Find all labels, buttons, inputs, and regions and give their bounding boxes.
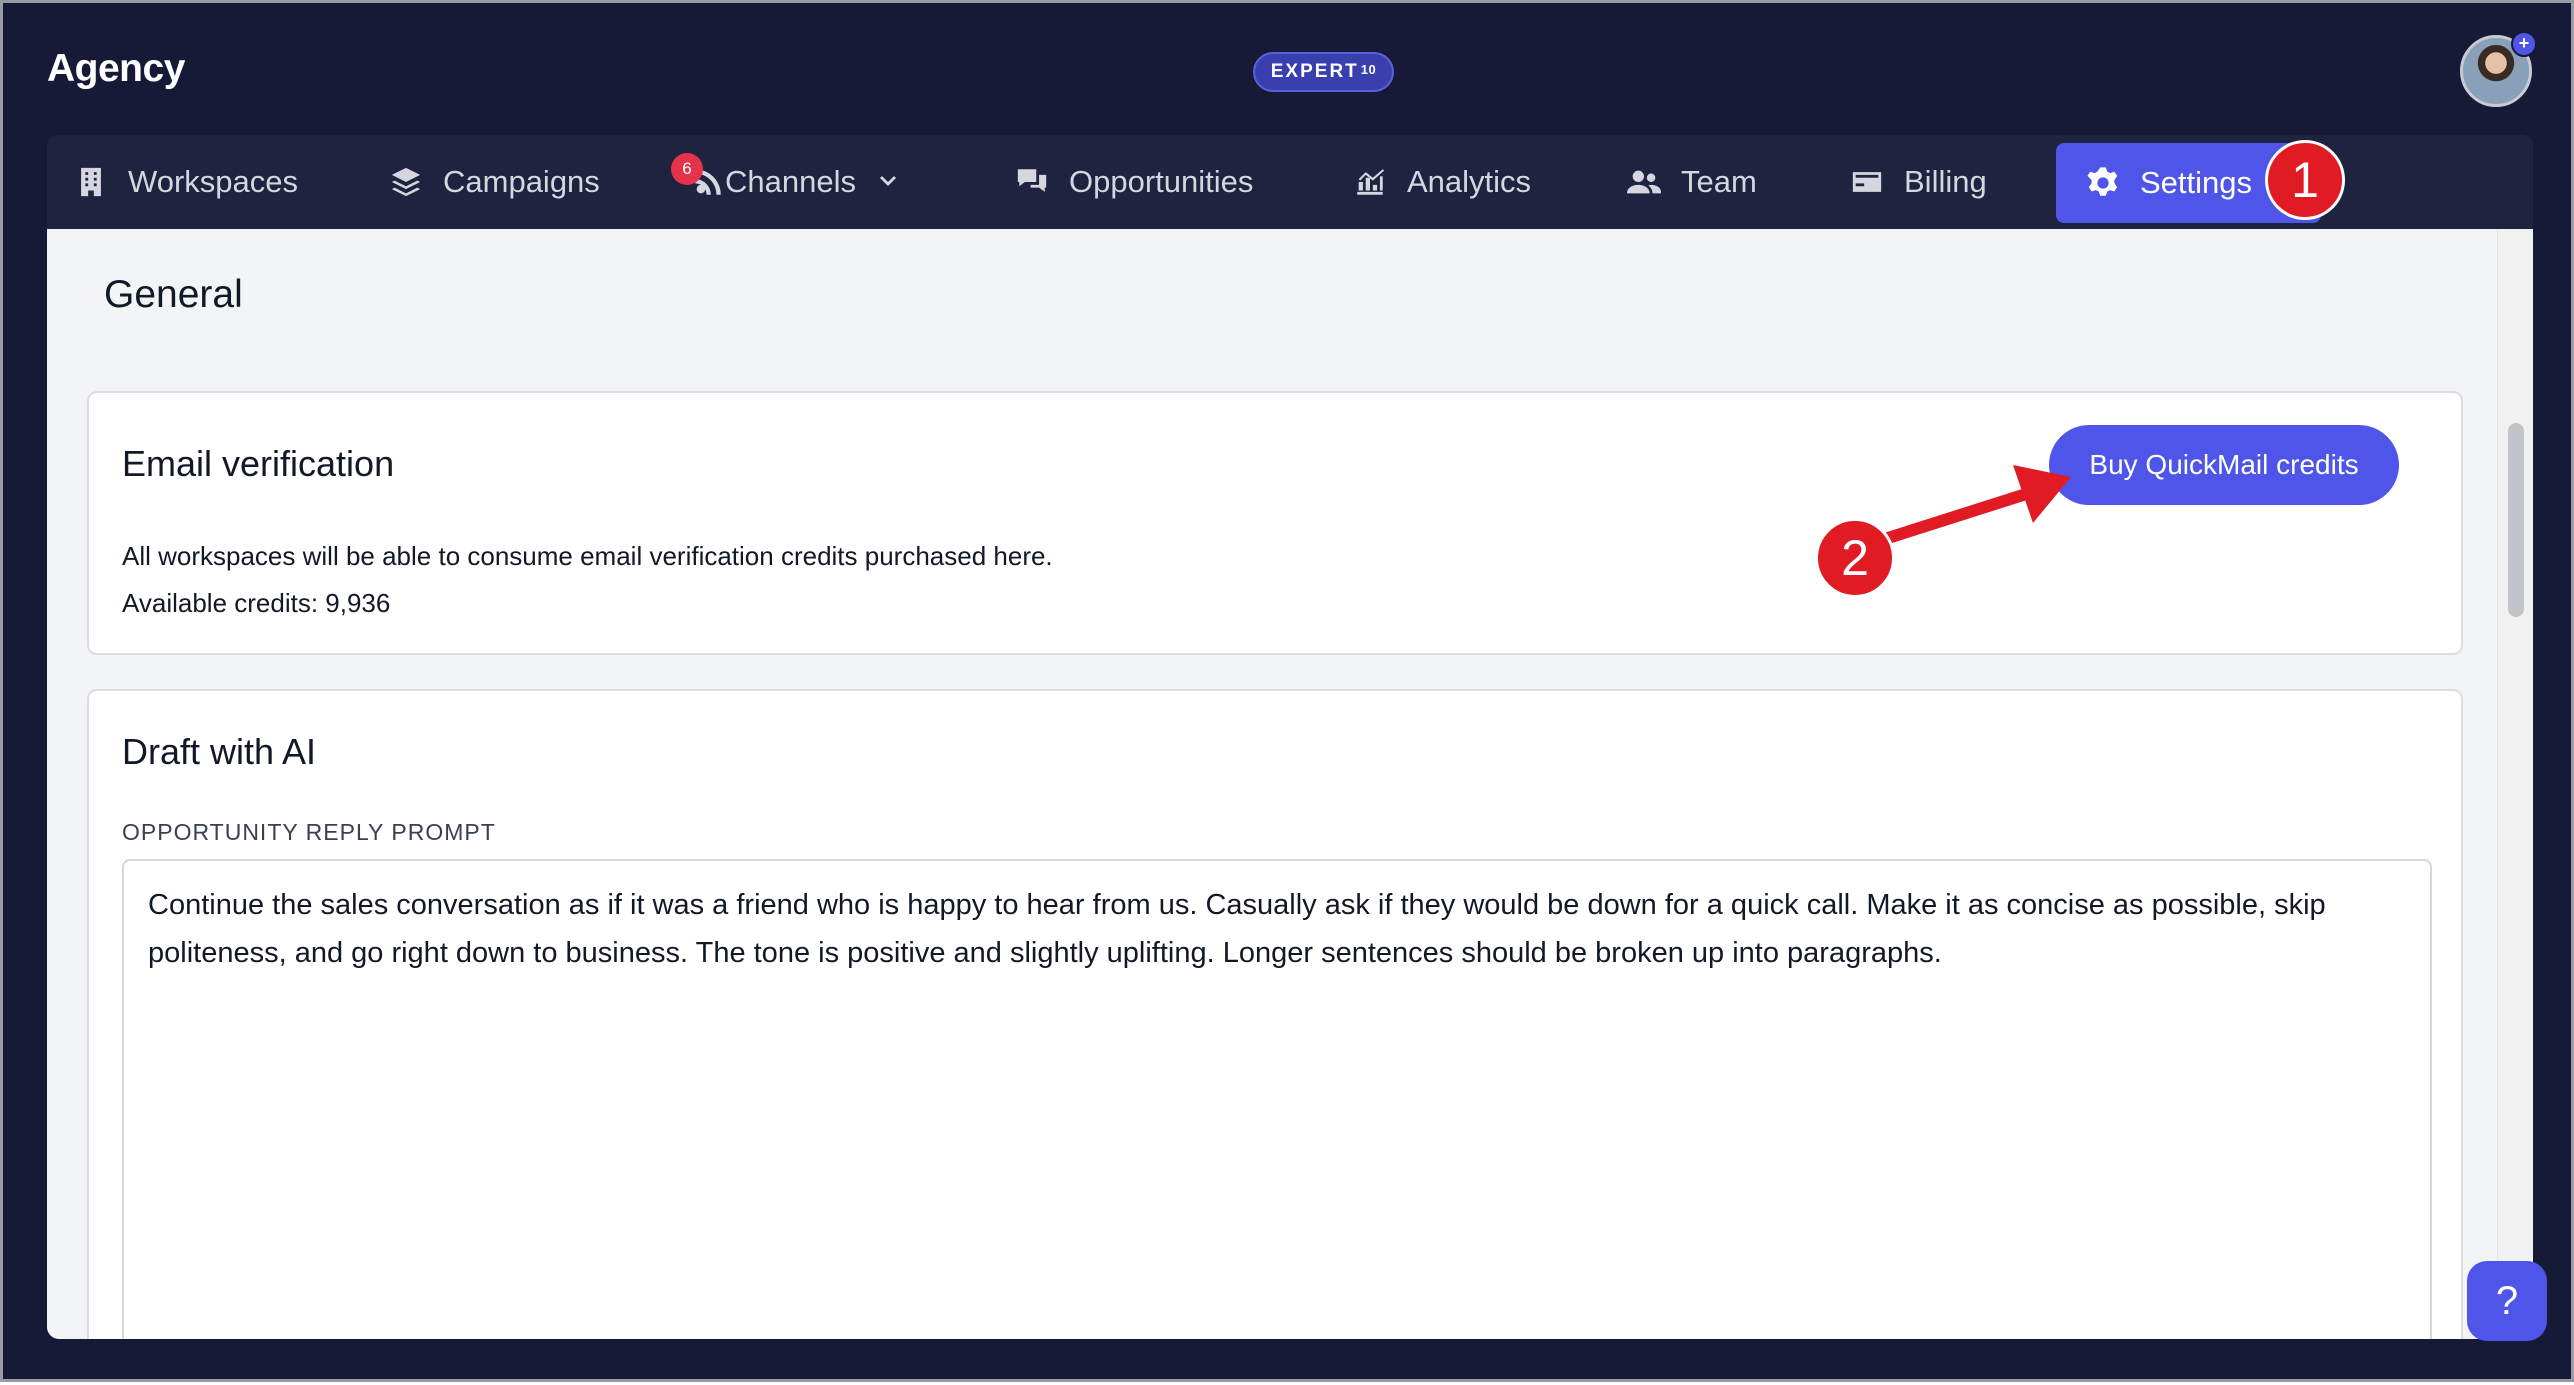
nav-label-analytics: Analytics xyxy=(1407,164,1532,199)
scrollbar[interactable] xyxy=(2497,229,2533,1339)
nav-item-campaigns[interactable]: Campaigns xyxy=(389,135,600,229)
nav-label-settings: Settings xyxy=(2140,165,2253,200)
nav-label-campaigns: Campaigns xyxy=(443,164,600,199)
chat-bubbles-icon xyxy=(1017,169,1047,192)
annotation-step-1: 1 xyxy=(2265,140,2345,220)
users-icon xyxy=(1627,170,1661,194)
scrollbar-thumb[interactable] xyxy=(2508,423,2524,617)
nav-item-analytics[interactable]: Analytics xyxy=(1353,135,1531,229)
nav-item-workspaces[interactable]: Workspaces xyxy=(74,135,298,229)
buy-quickmail-credits-button[interactable]: Buy QuickMail credits xyxy=(2049,425,2399,505)
building-icon xyxy=(81,167,101,197)
chart-icon xyxy=(1357,169,1385,195)
nav-item-team[interactable]: Team xyxy=(1627,135,1757,229)
available-credits: Available credits: 9,936 xyxy=(122,588,391,618)
annotation-step-2: 2 xyxy=(1815,518,1895,598)
page-title: General xyxy=(104,273,243,316)
nav-label-channels: Channels xyxy=(725,164,856,199)
channels-count-badge: 6 xyxy=(671,153,703,185)
credit-card-icon xyxy=(1852,172,1882,192)
nav-label-team: Team xyxy=(1681,164,1757,199)
opportunity-reply-prompt-field[interactable]: Continue the sales conversation as if it… xyxy=(122,859,2432,1339)
help-button[interactable]: ? xyxy=(2467,1261,2547,1341)
main-content: General Email verification All workspace… xyxy=(47,229,2533,1339)
main-nav: Workspaces Campaigns Channels Opportunit… xyxy=(47,135,2533,229)
chevron-down-icon xyxy=(879,176,896,186)
gear-icon xyxy=(2087,167,2118,196)
app-title: Agency xyxy=(47,47,185,90)
nav-label-opportunities: Opportunities xyxy=(1069,164,1254,199)
plan-badge-level: 10 xyxy=(1360,61,1377,77)
plan-badge-label: EXPERT xyxy=(1270,61,1359,82)
email-verification-description: All workspaces will be able to consume e… xyxy=(122,541,1053,571)
nav-label-workspaces: Workspaces xyxy=(128,164,298,199)
nav-label-billing: Billing xyxy=(1904,164,1987,199)
plan-badge: EXPERT 10 xyxy=(1253,52,1394,92)
add-account-icon[interactable]: + xyxy=(2511,31,2537,57)
opportunity-reply-prompt-label: OPPORTUNITY REPLY PROMPT xyxy=(122,819,496,845)
layers-icon xyxy=(391,167,421,197)
email-verification-title: Email verification xyxy=(122,443,395,484)
nav-item-channels[interactable]: Channels xyxy=(691,135,900,229)
app-window: Agency EXPERT 10 + Workspaces Campaigns C… xyxy=(0,0,2574,1382)
email-verification-card: Email verification All workspaces will b… xyxy=(87,391,2463,655)
nav-item-opportunities[interactable]: Opportunities xyxy=(1015,135,1253,229)
nav-item-billing[interactable]: Billing xyxy=(1850,135,1987,229)
draft-with-ai-title: Draft with AI xyxy=(122,731,317,772)
draft-with-ai-card: Draft with AI OPPORTUNITY REPLY PROMPT C… xyxy=(87,689,2463,1339)
